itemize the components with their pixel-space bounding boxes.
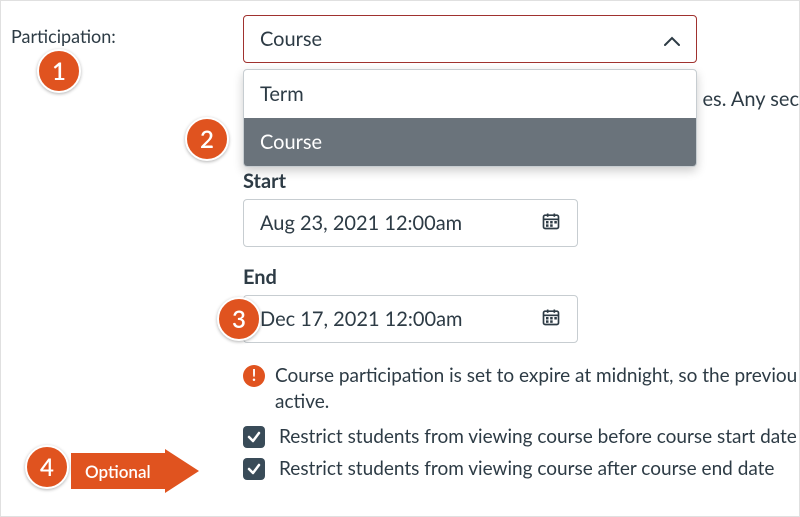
- end-label: End: [243, 265, 277, 289]
- annotation-badge-1: 1: [37, 49, 81, 93]
- restrict-before-row: Restrict students from viewing course be…: [243, 425, 797, 448]
- participation-dropdown: Term Course: [243, 69, 697, 167]
- participation-label: Participation:: [11, 25, 116, 47]
- form-canvas: Participation: Course Term Course es. An…: [0, 0, 800, 517]
- restrict-before-label: Restrict students from viewing course be…: [279, 425, 797, 448]
- start-date-value: Aug 23, 2021 12:00am: [260, 211, 462, 235]
- restrict-after-checkbox[interactable]: [243, 458, 265, 480]
- end-date-input[interactable]: Dec 17, 2021 12:00am: [243, 295, 578, 343]
- participation-selected-value: Course: [260, 27, 322, 51]
- warning-text: Course participation is set to expire at…: [275, 363, 800, 414]
- optional-label: Optional: [71, 453, 165, 489]
- start-label: Start: [243, 169, 286, 193]
- warning-message: ! Course participation is set to expire …: [243, 363, 800, 414]
- optional-arrow: Optional: [71, 449, 199, 493]
- partial-helper-text: es. Any sec: [702, 87, 799, 111]
- arrow-right-icon: [165, 449, 199, 493]
- annotation-badge-4: 4: [25, 445, 69, 489]
- warning-icon: !: [243, 365, 265, 387]
- restrict-after-label: Restrict students from viewing course af…: [279, 457, 774, 480]
- calendar-icon[interactable]: [541, 211, 561, 236]
- annotation-badge-3: 3: [217, 297, 261, 341]
- restrict-after-row: Restrict students from viewing course af…: [243, 457, 774, 480]
- annotation-badge-2: 2: [185, 117, 229, 161]
- chevron-up-icon: [664, 27, 680, 51]
- participation-select-box[interactable]: Course: [243, 15, 697, 63]
- start-date-input[interactable]: Aug 23, 2021 12:00am: [243, 199, 578, 247]
- calendar-icon[interactable]: [541, 307, 561, 332]
- participation-option-term[interactable]: Term: [244, 70, 696, 118]
- end-date-value: Dec 17, 2021 12:00am: [260, 307, 462, 331]
- participation-select: Course Term Course: [243, 15, 697, 167]
- participation-option-course[interactable]: Course: [244, 118, 696, 166]
- restrict-before-checkbox[interactable]: [243, 426, 265, 448]
